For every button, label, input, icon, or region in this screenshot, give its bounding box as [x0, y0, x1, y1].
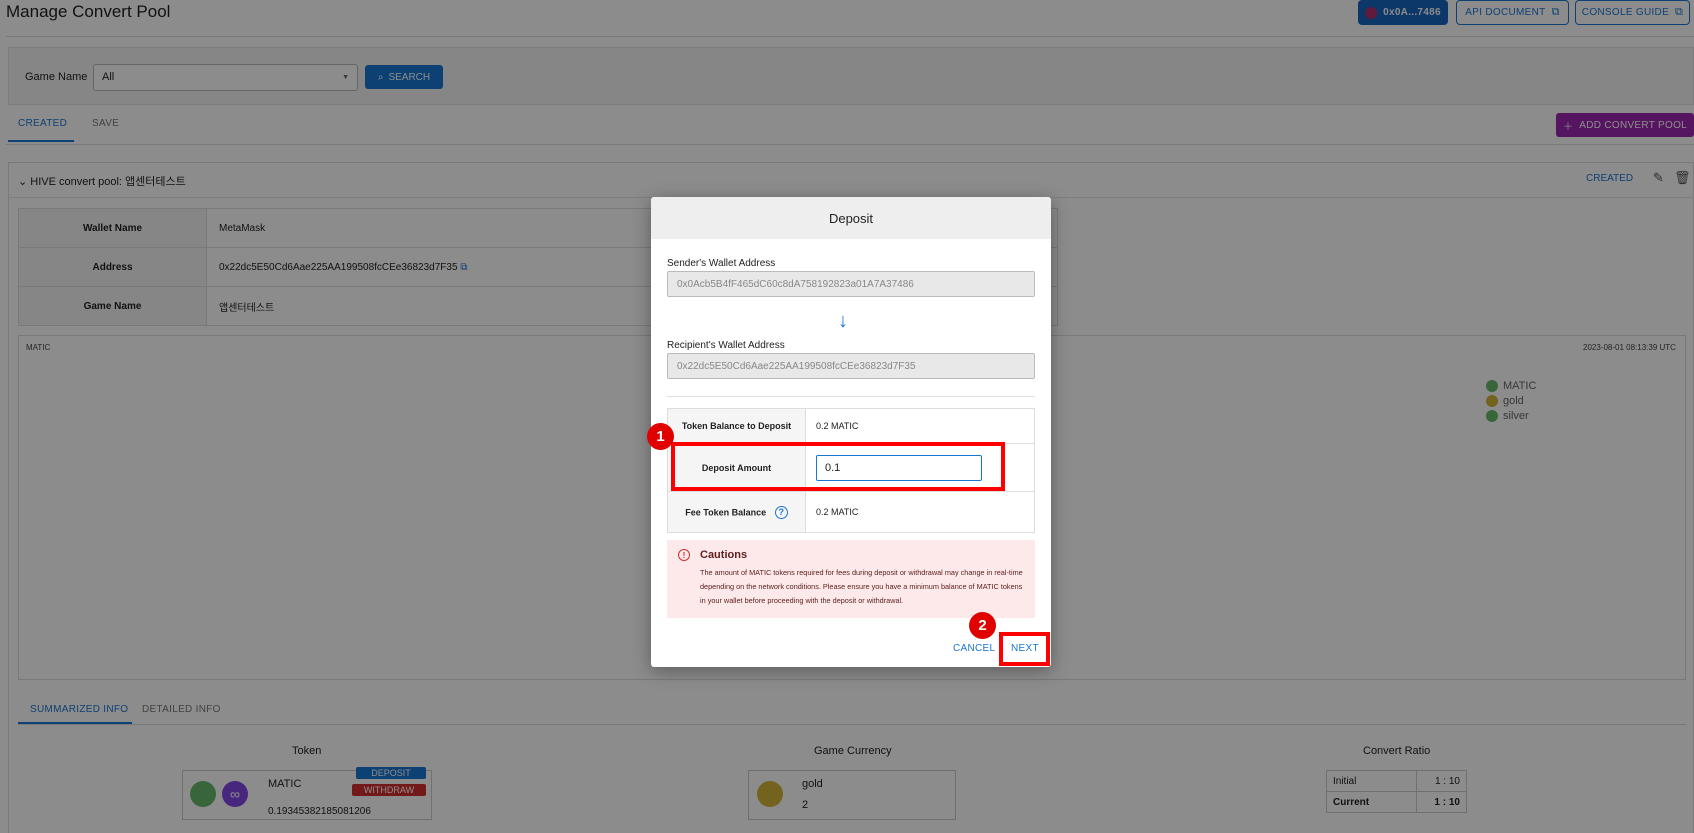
arrow-down-icon: ↓ — [838, 310, 848, 332]
highlight-deposit-amount — [671, 442, 1005, 491]
caution-title: Cautions — [700, 549, 748, 561]
balance-label: Token Balance to Deposit — [667, 408, 806, 444]
step-badge-2: 2 — [969, 612, 996, 639]
fee-label-cell: Fee Token Balance ? — [667, 491, 806, 533]
table-row: Token Balance to Deposit 0.2 MATIC — [667, 408, 1035, 444]
recipient-address-field: 0x22dc5E50Cd6Aae225AA199508fcCEe36823d7F… — [667, 353, 1035, 379]
caution-text: The amount of MATIC tokens required for … — [700, 568, 1023, 605]
fee-label: Fee Token Balance — [685, 507, 767, 517]
warning-icon: ! — [678, 549, 690, 561]
fee-value: 0.2 MATIC — [805, 491, 1035, 533]
sender-label: Sender's Wallet Address — [667, 258, 776, 269]
modal-title: Deposit — [651, 197, 1051, 239]
modal-divider — [667, 396, 1035, 397]
table-row: Fee Token Balance ? 0.2 MATIC — [667, 491, 1035, 533]
highlight-next-button — [999, 632, 1050, 666]
recipient-label: Recipient's Wallet Address — [667, 340, 785, 351]
help-icon[interactable]: ? — [774, 505, 788, 519]
step-badge-1: 1 — [647, 423, 674, 450]
sender-address-field: 0x0Acb5B4fF465dC60c8dA758192823a01A7A374… — [667, 271, 1035, 297]
balance-value: 0.2 MATIC — [805, 408, 1035, 444]
cancel-button[interactable]: CANCEL — [953, 643, 995, 654]
